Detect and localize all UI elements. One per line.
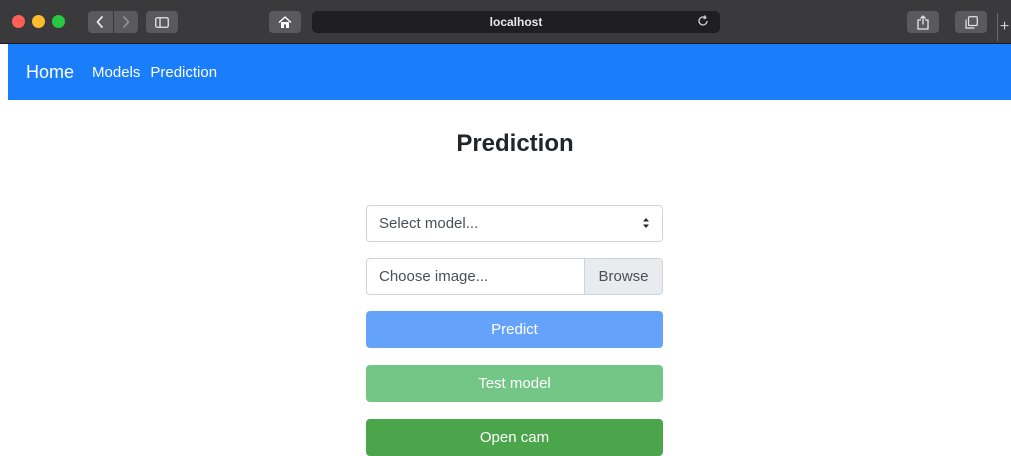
browse-button[interactable]: Browse: [584, 259, 662, 294]
image-file-label[interactable]: Choose image...: [367, 259, 584, 294]
predict-button[interactable]: Predict: [366, 311, 663, 348]
open-cam-button[interactable]: Open cam: [366, 419, 663, 456]
show-tabs-button[interactable]: [955, 11, 987, 33]
sidebar-toggle-button[interactable]: [146, 11, 178, 33]
chevron-left-icon: [96, 16, 104, 28]
browser-toolbar: localhost +: [0, 0, 1011, 44]
back-button[interactable]: [88, 11, 113, 33]
history-nav-group: [88, 11, 138, 33]
tabs-icon: [964, 15, 978, 29]
home-icon: [278, 15, 292, 28]
reload-icon[interactable]: [696, 14, 710, 28]
share-button[interactable]: [907, 11, 939, 33]
address-bar[interactable]: localhost: [312, 11, 720, 33]
close-window-button[interactable]: [12, 15, 25, 28]
chevron-right-icon: [122, 16, 130, 28]
model-select-value: Select model...: [379, 215, 479, 232]
image-file-input[interactable]: Choose image... Browse: [366, 258, 663, 295]
new-tab-button[interactable]: +: [997, 13, 1011, 41]
sidebar-icon: [155, 16, 169, 28]
select-arrows-icon: [643, 218, 649, 228]
app-navbar: Home Models Prediction: [8, 44, 1011, 100]
zoom-window-button[interactable]: [52, 15, 65, 28]
plus-icon: +: [999, 18, 1010, 35]
test-model-button[interactable]: Test model: [366, 365, 663, 402]
share-icon: [917, 14, 929, 30]
home-button[interactable]: [269, 11, 301, 33]
address-text: localhost: [489, 15, 543, 29]
nav-link-models[interactable]: Models: [92, 64, 140, 81]
nav-link-prediction[interactable]: Prediction: [150, 64, 217, 81]
nav-brand-home[interactable]: Home: [26, 62, 74, 83]
forward-button[interactable]: [114, 11, 139, 33]
page-title: Prediction: [456, 130, 574, 157]
model-select[interactable]: Select model...: [366, 205, 663, 242]
minimize-window-button[interactable]: [32, 15, 45, 28]
